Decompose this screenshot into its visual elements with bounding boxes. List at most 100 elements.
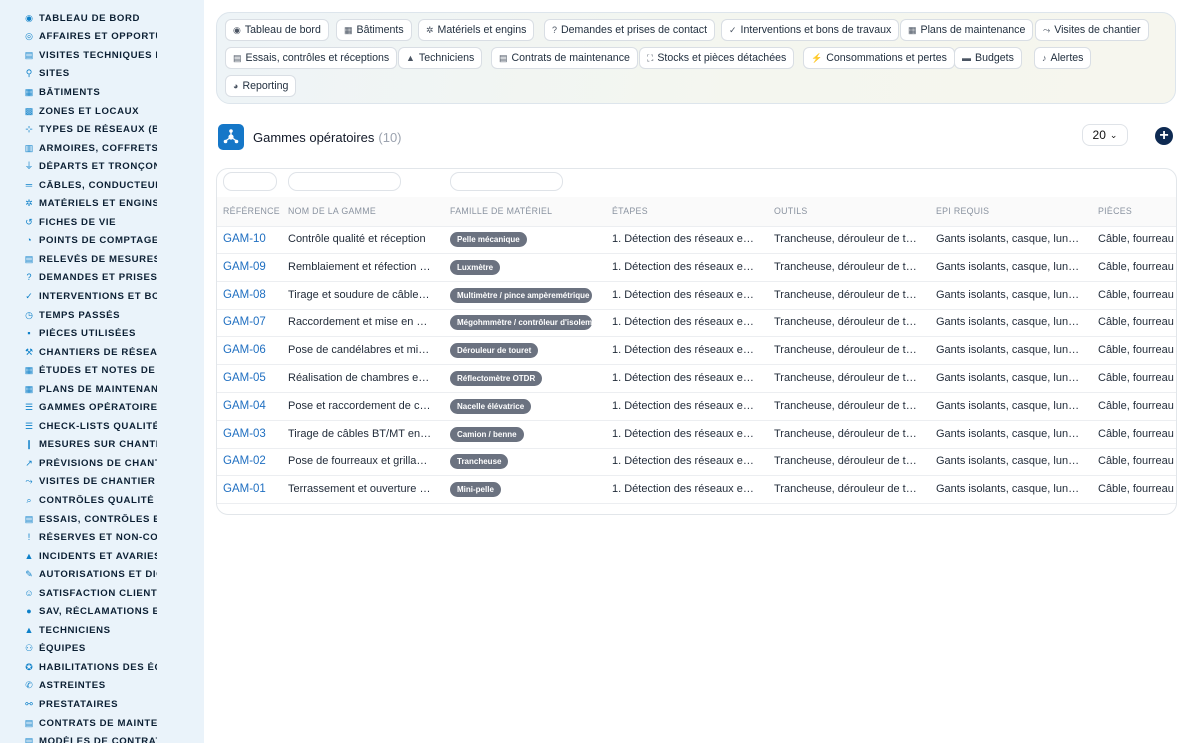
table-row[interactable]: GAM-07 Raccordement et mise en service Még…	[217, 309, 1176, 338]
tab[interactable]: ⤳ Visites de chantier	[1035, 19, 1149, 41]
reference-link[interactable]: GAM-02	[223, 448, 277, 475]
reference-link[interactable]: GAM-09	[223, 254, 277, 281]
sidebar-item[interactable]: ⚲ SITES	[0, 65, 204, 84]
sidebar-item[interactable]: ◎ AFFAIRES ET OPPORTUNITÉS	[0, 28, 204, 47]
bolt-icon: ⚡	[811, 52, 823, 63]
sidebar-item[interactable]: ⌕ CONTRÔLES QUALITÉ	[0, 491, 204, 510]
sidebar-item[interactable]: ⚯ PRESTATAIRES	[0, 695, 204, 714]
sidebar-item-label: FICHES DE VIE	[39, 216, 117, 228]
table-row[interactable]: GAM-10 Contrôle qualité et réception Pelle…	[217, 226, 1176, 254]
reference-link[interactable]: GAM-07	[223, 309, 277, 336]
table-row[interactable]: GAM-06 Pose de candélabres et mise en ser…	[217, 337, 1176, 366]
sidebar-item[interactable]: ☰ CHECK-LISTS QUALITÉ	[0, 417, 204, 436]
filter-input-name[interactable]	[288, 172, 401, 191]
sidebar-item-label: VISITES DE CHANTIER	[39, 476, 156, 488]
column-header[interactable]: ÉTAPES	[612, 197, 648, 226]
cell-parts: Câble, fourreau TPC	[1098, 455, 1176, 468]
tab[interactable]: ♪ Alertes	[1034, 47, 1092, 69]
sidebar-item[interactable]: ⚇ ÉQUIPES	[0, 640, 204, 659]
sidebar-item[interactable]: ▦ BÂTIMENTS	[0, 83, 204, 102]
sidebar-item[interactable]: ▦ ÉTUDES ET NOTES DE CALCUL	[0, 361, 204, 380]
sidebar-item[interactable]: ▪ PIÈCES UTILISÉES	[0, 324, 204, 343]
sidebar-item[interactable]: ✓ INTERVENTIONS ET BONS DE TRAVAUX	[0, 287, 204, 306]
sidebar-item[interactable]: ═ CÂBLES, CONDUCTEURS	[0, 176, 204, 195]
sidebar-item-label: ÉTUDES ET NOTES DE CALCUL	[39, 365, 157, 377]
tab[interactable]: ▬ Budgets	[954, 47, 1022, 69]
sidebar-item[interactable]: ◷ TEMPS PASSÉS	[0, 306, 204, 325]
column-header[interactable]: OUTILS	[774, 197, 808, 226]
cell-tools: Trancheuse, dérouleur de touret	[774, 316, 918, 329]
sidebar-item[interactable]: ▥ ARMOIRES, COFFRETS ET POSTES	[0, 139, 204, 158]
tab[interactable]: ⚡ Consommations et pertes	[803, 47, 955, 69]
tab-label: Interventions et bons de travaux	[740, 24, 892, 36]
family-badge: Multimètre / pince ampèremétrique	[450, 287, 592, 303]
sidebar-item[interactable]: ☺ SATISFACTION CLIENT	[0, 584, 204, 603]
column-header[interactable]: FAMILLE DE MATÉRIEL	[450, 197, 552, 226]
tab[interactable]: ✓ Interventions et bons de travaux	[721, 19, 900, 41]
filter-input-family[interactable]	[450, 172, 563, 191]
reference-link[interactable]: GAM-04	[223, 393, 277, 420]
column-header[interactable]: NOM DE LA GAMME	[288, 197, 376, 226]
table-row[interactable]: GAM-02 Pose de fourreaux et grillage aver…	[217, 448, 1176, 477]
sidebar-item[interactable]: ✪ HABILITATIONS DES ÉQUIPES	[0, 658, 204, 677]
reference-link[interactable]: GAM-10	[223, 226, 277, 253]
sidebar-item[interactable]: ▤ CONTRATS DE MAINTENANCE	[0, 714, 204, 733]
tab[interactable]: ▤ Essais, contrôles et réceptions	[225, 47, 398, 69]
sidebar-item[interactable]: ⏚ DÉPARTS ET TRONÇONS	[0, 157, 204, 176]
sidebar-item[interactable]: ▤ ESSAIS, CONTRÔLES ET RÉCEPTIONS	[0, 510, 204, 529]
per-page-select[interactable]: 20 ⌄	[1082, 124, 1128, 146]
sidebar-item[interactable]: ✲ MATÉRIELS ET ENGINS	[0, 194, 204, 213]
column-header[interactable]: EPI REQUIS	[936, 197, 989, 226]
tab[interactable]: ▦ Plans de maintenance	[900, 19, 1034, 41]
tab[interactable]: ▤ Contrats de maintenance	[491, 47, 638, 69]
reference-link[interactable]: GAM-03	[223, 421, 277, 448]
cable-icon: ═	[25, 179, 33, 190]
sidebar-item[interactable]: ⚒ CHANTIERS DE RÉSEAUX	[0, 343, 204, 362]
reference-link[interactable]: GAM-08	[223, 282, 277, 309]
table-row[interactable]: GAM-03 Tirage de câbles BT/MT en fourreau…	[217, 421, 1176, 449]
sidebar-item[interactable]: ✆ ASTREINTES	[0, 677, 204, 696]
sidebar-item[interactable]: ✎ AUTORISATIONS ET DICT	[0, 565, 204, 584]
table-row[interactable]: GAM-09 Remblaiement et réfection de chaus…	[217, 254, 1176, 282]
sidebar-item[interactable]: ❙ MESURES SUR CHANTIER	[0, 436, 204, 455]
sidebar-item[interactable]: ▩ ZONES ET LOCAUX	[0, 102, 204, 121]
tab[interactable]: ◉ Tableau de bord	[225, 19, 329, 41]
sidebar-item[interactable]: ● SAV, RÉCLAMATIONS ET GARANTIES	[0, 603, 204, 622]
reference-link[interactable]: GAM-05	[223, 365, 277, 392]
tab[interactable]: ▦ Bâtiments	[336, 19, 412, 41]
record-count: (10)	[378, 129, 402, 145]
sidebar-item[interactable]: ⤳ VISITES DE CHANTIER	[0, 473, 204, 492]
sidebar-item[interactable]: ◉ TABLEAU DE BORD	[0, 9, 204, 28]
sidebar-item[interactable]: ! RÉSERVES ET NON-CONFORMITÉS	[0, 528, 204, 547]
reference-link[interactable]: GAM-01	[223, 476, 277, 503]
table-row[interactable]: GAM-05 Réalisation de chambres et regards…	[217, 365, 1176, 393]
sidebar-item[interactable]: ⊹ TYPES DE RÉSEAUX (BT / HTA)	[0, 120, 204, 139]
column-header[interactable]: RÉFÉRENCE	[223, 197, 280, 226]
sidebar-item[interactable]: ↗ PRÉVISIONS DE CHANTIER	[0, 454, 204, 473]
sidebar-item[interactable]: ▤ VISITES TECHNIQUES ET ÉTUDES	[0, 46, 204, 65]
column-header[interactable]: PIÈCES	[1098, 197, 1132, 226]
sidebar-item[interactable]: ☰ GAMMES OPÉRATOIRES	[0, 398, 204, 417]
sidebar-item[interactable]: ▦ PLANS DE MAINTENANCE	[0, 380, 204, 399]
filter-input-reference[interactable]	[223, 172, 277, 191]
sidebar-item[interactable]: ▲ INCIDENTS ET AVARIES	[0, 547, 204, 566]
sidebar-item[interactable]: ◔ POINTS DE COMPTAGE ET MESURE	[0, 232, 204, 251]
tab[interactable]: ? Demandes et prises de contact	[544, 19, 716, 41]
tab[interactable]: ▲ Techniciens	[398, 47, 483, 69]
sidebar-item[interactable]: ▤ MODÈLES DE CONTRATS	[0, 732, 204, 743]
tab-label: Plans de maintenance	[920, 24, 1026, 36]
hard-hat-icon: ▲	[24, 624, 34, 635]
tab[interactable]: ⛶ Stocks et pièces détachées	[639, 47, 795, 69]
tab[interactable]: ✲ Matériels et engins	[418, 19, 535, 41]
cell-steps: 1. Détection des réseaux existants	[612, 344, 756, 357]
add-record-button[interactable]: +	[1155, 127, 1173, 145]
table-row[interactable]: GAM-08 Tirage et soudure de câble fibre Mu…	[217, 282, 1176, 310]
sidebar-item[interactable]: ▤ RELEVÉS DE MESURES	[0, 250, 204, 269]
table-row[interactable]: GAM-04 Pose et raccordement de câbles Nace…	[217, 393, 1176, 421]
table-row[interactable]: GAM-01 Terrassement et ouverture de tranc…	[217, 476, 1176, 505]
reference-link[interactable]: GAM-06	[223, 337, 277, 364]
sidebar-item[interactable]: ? DEMANDES ET PRISES DE CONTACT	[0, 269, 204, 288]
sidebar-item[interactable]: ▲ TECHNICIENS	[0, 621, 204, 640]
tab[interactable]: ◕ Reporting	[225, 75, 297, 97]
sidebar-item[interactable]: ↺ FICHES DE VIE	[0, 213, 204, 232]
